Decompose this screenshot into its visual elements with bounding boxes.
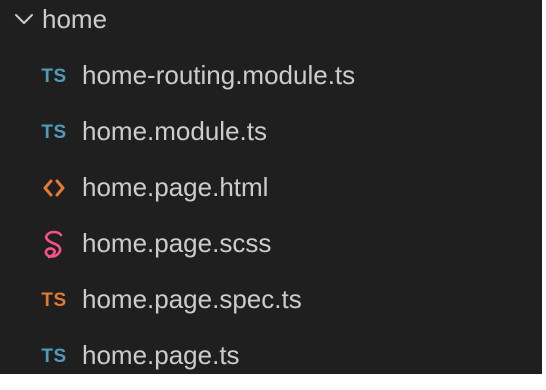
- typescript-icon: TS: [41, 345, 67, 367]
- file-explorer: home TS home-routing.module.ts TS home.m…: [0, 0, 542, 374]
- sass-icon: [36, 226, 72, 262]
- file-label: home.module.ts: [82, 116, 267, 146]
- chevron-down-icon[interactable]: [14, 11, 34, 27]
- file-item-home-page-html[interactable]: home.page.html: [0, 166, 542, 222]
- folder-home[interactable]: home: [0, 0, 542, 44]
- file-label: home.page.ts: [82, 340, 240, 370]
- typescript-icon: TS: [41, 121, 67, 143]
- typescript-icon: TS: [41, 65, 67, 87]
- file-list: TS home-routing.module.ts TS home.module…: [0, 54, 542, 390]
- typescript-spec-icon: TS: [41, 289, 67, 311]
- html-icon: [36, 170, 72, 206]
- folder-label: home: [42, 4, 108, 34]
- file-label: home.page.spec.ts: [82, 284, 302, 314]
- file-label: home.page.html: [82, 172, 269, 202]
- file-item-home-page-ts[interactable]: TS home.page.ts: [0, 334, 542, 390]
- sass-logo-icon: [44, 230, 63, 259]
- file-item-home-page-spec-ts[interactable]: TS home.page.spec.ts: [0, 278, 542, 334]
- angle-brackets-icon: [43, 179, 65, 197]
- file-item-home-module-ts[interactable]: TS home.module.ts: [0, 110, 542, 166]
- file-label: home.page.scss: [82, 228, 272, 258]
- file-item-home-page-scss[interactable]: home.page.scss: [0, 222, 542, 278]
- file-label: home-routing.module.ts: [82, 60, 356, 90]
- file-item-home-routing-module-ts[interactable]: TS home-routing.module.ts: [0, 54, 542, 110]
